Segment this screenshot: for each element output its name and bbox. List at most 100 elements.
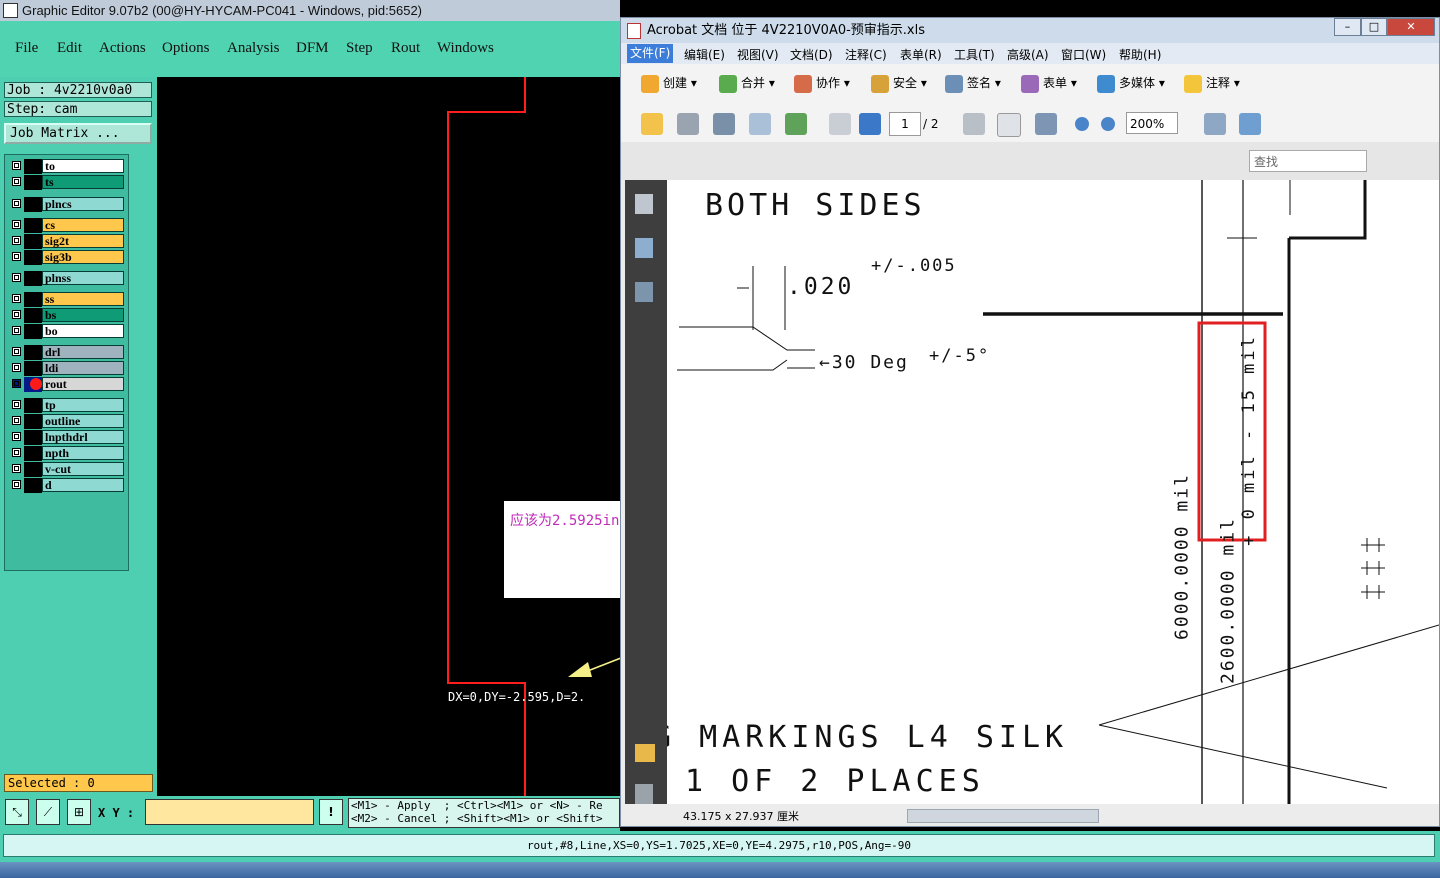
- layer-name[interactable]: ldi: [42, 361, 124, 375]
- layer-name[interactable]: drl: [42, 345, 124, 359]
- layer-checkbox[interactable]: [12, 400, 21, 409]
- measure-icon[interactable]: ⟋: [36, 799, 60, 825]
- layer-row-to[interactable]: to: [7, 159, 126, 174]
- zoom-level[interactable]: 200%: [1126, 112, 1178, 134]
- layer-name[interactable]: plnss: [42, 271, 124, 285]
- layer-checkbox[interactable]: [12, 416, 21, 425]
- layer-name[interactable]: rout: [42, 377, 124, 391]
- menu-window-cn[interactable]: 窗口(W): [1061, 46, 1106, 63]
- menu-actions[interactable]: Actions: [99, 40, 146, 57]
- pages-icon[interactable]: [635, 194, 653, 214]
- layer-name[interactable]: plncs: [42, 197, 124, 211]
- menu-rout[interactable]: Rout: [391, 40, 420, 57]
- layer-name[interactable]: bo: [42, 324, 124, 338]
- layer-name[interactable]: lnpthdrl: [42, 430, 124, 444]
- layer-name[interactable]: ts: [42, 175, 124, 189]
- comments-icon[interactable]: [635, 744, 655, 762]
- layer-checkbox[interactable]: [12, 199, 21, 208]
- menu-forms-cn[interactable]: 表单(R): [900, 46, 942, 63]
- save-icon[interactable]: [713, 113, 735, 135]
- layer-checkbox[interactable]: [12, 432, 21, 441]
- menu-file-cn[interactable]: 文件(F): [627, 44, 674, 63]
- layer-row-v-cut[interactable]: v-cut: [7, 462, 126, 477]
- minimize-button[interactable]: –: [1334, 18, 1361, 36]
- layer-row-cs[interactable]: cs: [7, 218, 126, 233]
- layer-row-sig2t[interactable]: sig2t: [7, 234, 126, 249]
- layer-row-lnpthdrl[interactable]: lnpthdrl: [7, 430, 126, 445]
- menu-tools-cn[interactable]: 工具(T): [954, 46, 995, 63]
- layer-checkbox[interactable]: [12, 363, 21, 372]
- signatures-icon[interactable]: [635, 282, 653, 302]
- email-icon[interactable]: [749, 113, 771, 135]
- secure-button[interactable]: 安全 ▾: [871, 74, 927, 93]
- graphic-canvas[interactable]: [157, 77, 620, 796]
- fit-width-icon[interactable]: [1204, 113, 1226, 135]
- forms-button[interactable]: 表单 ▾: [1021, 74, 1077, 93]
- job-matrix-button[interactable]: Job Matrix ...: [4, 123, 152, 144]
- document-view[interactable]: BOTH SIDES +/-.005 .020 ←30 Deg +/-5° + …: [667, 180, 1439, 804]
- layer-checkbox[interactable]: [12, 273, 21, 282]
- menu-advanced-cn[interactable]: 高级(A): [1007, 46, 1049, 63]
- layer-checkbox[interactable]: [12, 464, 21, 473]
- grid-icon[interactable]: ⊞: [67, 799, 91, 825]
- layer-checkbox[interactable]: [12, 236, 21, 245]
- layer-checkbox[interactable]: [12, 177, 21, 186]
- zoom-extent-icon[interactable]: ⤡: [5, 799, 29, 825]
- combine-button[interactable]: 合并 ▾: [719, 74, 775, 93]
- create-button[interactable]: 创建 ▾: [641, 74, 697, 93]
- comment-button[interactable]: 注释 ▾: [1184, 74, 1240, 93]
- maximize-button[interactable]: □: [1361, 18, 1387, 36]
- layer-name[interactable]: sig3b: [42, 250, 124, 264]
- layer-name[interactable]: to: [42, 159, 124, 173]
- zoom-tool-icon[interactable]: [1035, 113, 1057, 135]
- layer-name[interactable]: d: [42, 478, 124, 492]
- layer-name[interactable]: sig2t: [42, 234, 124, 248]
- close-button[interactable]: ✕: [1387, 18, 1435, 36]
- layer-row-sig3b[interactable]: sig3b: [7, 250, 126, 265]
- layer-name[interactable]: v-cut: [42, 462, 124, 476]
- layer-row-npth[interactable]: npth: [7, 446, 126, 461]
- layer-checkbox[interactable]: [12, 379, 21, 388]
- attachments-icon[interactable]: [635, 784, 653, 804]
- layer-name[interactable]: tp: [42, 398, 124, 412]
- collaborate-button[interactable]: 协作 ▾: [794, 74, 850, 93]
- layer-name[interactable]: ss: [42, 292, 124, 306]
- menu-edit[interactable]: Edit: [57, 40, 82, 57]
- layer-row-d[interactable]: d: [7, 478, 126, 493]
- horizontal-scrollbar[interactable]: [907, 809, 1099, 823]
- layer-name[interactable]: bs: [42, 308, 124, 322]
- layer-checkbox[interactable]: [12, 480, 21, 489]
- layer-row-tp[interactable]: tp: [7, 398, 126, 413]
- layer-checkbox[interactable]: [12, 161, 21, 170]
- menu-view-cn[interactable]: 视图(V): [737, 46, 779, 63]
- info-icon[interactable]: !: [319, 799, 343, 825]
- layer-name[interactable]: outline: [42, 414, 124, 428]
- print-icon[interactable]: [677, 113, 699, 135]
- layer-name[interactable]: npth: [42, 446, 124, 460]
- layer-row-bo[interactable]: bo: [7, 324, 126, 339]
- select-text-icon[interactable]: [963, 113, 985, 135]
- layer-row-plnss[interactable]: plnss: [7, 271, 126, 286]
- menu-file[interactable]: File: [15, 40, 38, 57]
- zoom-out-icon[interactable]: [1075, 117, 1089, 131]
- menu-windows[interactable]: Windows: [437, 40, 494, 57]
- layer-checkbox[interactable]: [12, 294, 21, 303]
- menu-options[interactable]: Options: [162, 40, 210, 57]
- layer-checkbox[interactable]: [12, 326, 21, 335]
- open-icon[interactable]: [641, 113, 663, 135]
- sign-button[interactable]: 签名 ▾: [945, 74, 1001, 93]
- layer-row-ss[interactable]: ss: [7, 292, 126, 307]
- menu-edit-cn[interactable]: 编辑(E): [684, 46, 725, 63]
- layer-row-ldi[interactable]: ldi: [7, 361, 126, 376]
- menu-help-cn[interactable]: 帮助(H): [1119, 46, 1161, 63]
- layer-checkbox[interactable]: [12, 252, 21, 261]
- menu-comment-cn[interactable]: 注释(C): [845, 46, 887, 63]
- menu-step[interactable]: Step: [346, 40, 373, 57]
- menu-document-cn[interactable]: 文档(D): [790, 46, 833, 63]
- layer-checkbox[interactable]: [12, 310, 21, 319]
- multimedia-button[interactable]: 多媒体 ▾: [1097, 74, 1165, 93]
- bookmarks-icon[interactable]: [635, 238, 653, 258]
- fit-page-icon[interactable]: [1239, 113, 1261, 135]
- layer-row-bs[interactable]: bs: [7, 308, 126, 323]
- prev-page-icon[interactable]: [829, 113, 851, 135]
